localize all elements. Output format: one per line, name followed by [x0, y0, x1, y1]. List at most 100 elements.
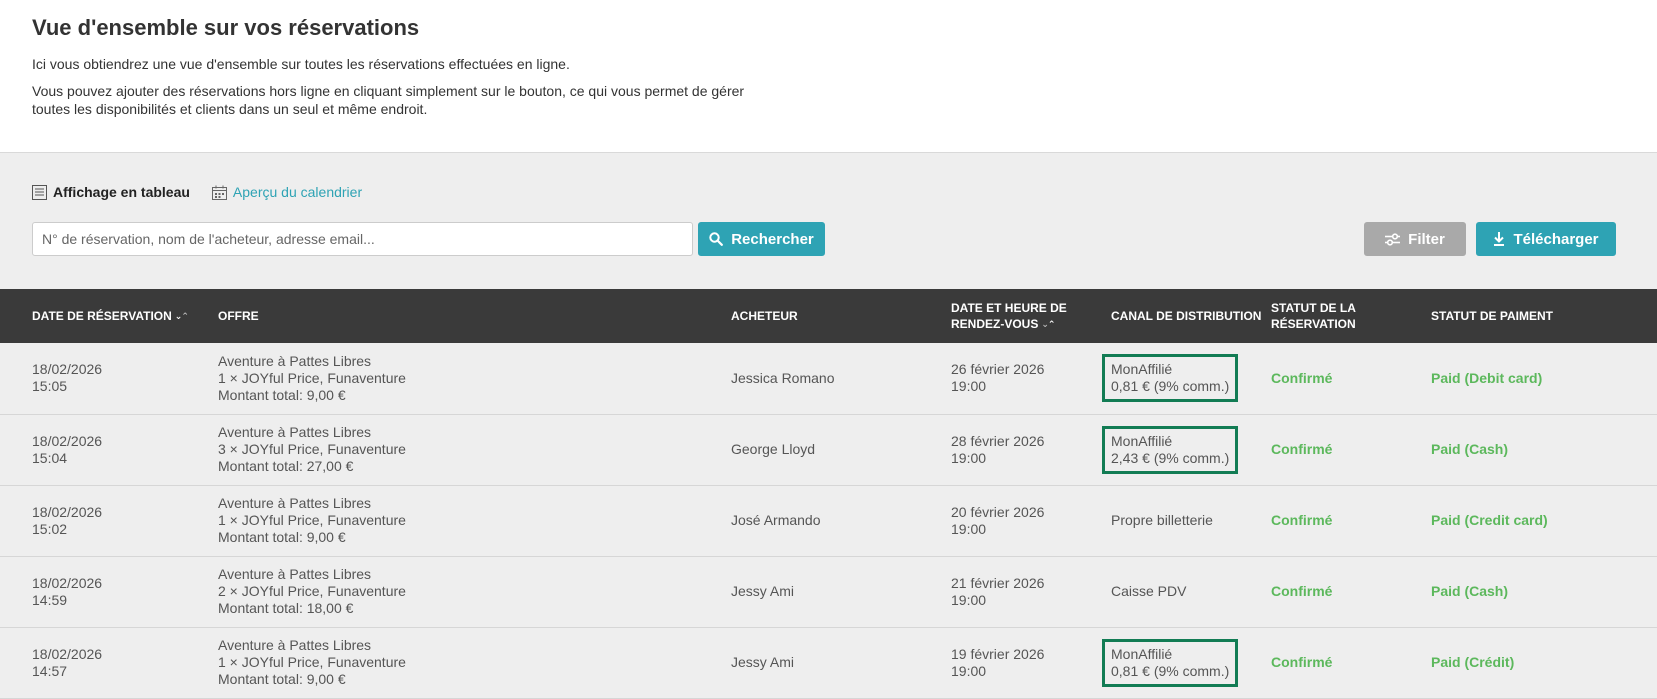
reservation-date: 18/02/2026 — [32, 645, 103, 662]
sort-icon[interactable]: ⌄⌃ — [175, 308, 189, 324]
cell-reservation-date: 18/02/2026 14:59 — [0, 556, 218, 627]
appointment-date: 21 février 2026 — [951, 574, 1045, 591]
reservation-status: Confirmé — [1271, 654, 1333, 670]
cell-offer: Aventure à Pattes Libres 2 × JOYful Price… — [218, 556, 731, 627]
cell-payment-status: Paid (Crédit) — [1431, 627, 1657, 698]
reservation-time: 15:02 — [32, 520, 68, 537]
buyer-name: José Armando — [731, 512, 821, 528]
cell-appointment: 26 février 2026 19:00 — [951, 343, 1111, 414]
view-toggle: Affichage en tableau Aperçu du calendrie… — [32, 184, 384, 200]
channel-name: MonAffilié — [1111, 361, 1173, 378]
payment-status: Paid (Crédit) — [1431, 654, 1515, 670]
col-header-payment-status: Statut de paiment — [1431, 309, 1553, 323]
download-button[interactable]: Télécharger — [1476, 222, 1616, 256]
cell-reservation-date: 18/02/2026 15:02 — [0, 485, 218, 556]
reservations-table: Date de réservation ⌄⌃ Offre Acheteur Dat… — [0, 289, 1657, 699]
cell-appointment: 21 février 2026 19:00 — [951, 556, 1111, 627]
offer-total: Montant total: 9,00 € — [218, 386, 346, 403]
cell-offer: Aventure à Pattes Libres 3 × JOYful Price… — [218, 414, 731, 485]
cell-channel: MonAffilié 0,81 € (9% comm.) — [1102, 627, 1271, 698]
reservation-status: Confirmé — [1271, 441, 1333, 457]
offer-detail: 1 × JOYful Price, Funaventure — [218, 654, 406, 670]
reservation-time: 15:04 — [32, 449, 68, 466]
cell-reservation-date: 18/02/2026 15:04 — [0, 414, 218, 485]
channel-highlight-box: MonAffilié 0,81 € (9% comm.) — [1102, 354, 1239, 403]
cell-reservation-status: Confirmé — [1271, 485, 1431, 556]
table-row[interactable]: 18/02/2026 14:57 Aventure à Pattes Libres 1… — [0, 627, 1657, 698]
payment-status: Paid (Cash) — [1431, 441, 1509, 457]
reservation-date: 18/02/2026 — [32, 503, 103, 520]
col-header-date[interactable]: Date de réservation ⌄⌃ — [0, 289, 218, 343]
col-header-reservation-status: Statut de la réservation — [1271, 301, 1356, 331]
offer-total: Montant total: 9,00 € — [218, 529, 346, 545]
cell-reservation-date: 18/02/2026 15:05 — [0, 343, 218, 414]
cell-channel: MonAffilié 0,81 € (9% comm.) — [1102, 343, 1271, 414]
view-table-label: Affichage en tableau — [53, 184, 190, 200]
col-header-channel: Canal de distribution — [1111, 309, 1262, 323]
appointment-time: 19:00 — [951, 449, 987, 466]
search-icon — [709, 232, 724, 246]
offer-detail: 1 × JOYful Price, Funaventure — [218, 369, 406, 386]
channel-commission: 0,81 € (9% comm.) — [1111, 662, 1230, 679]
offer-detail: 3 × JOYful Price, Funaventure — [218, 441, 406, 457]
channel-name: Caisse PDV — [1111, 583, 1187, 599]
download-button-label: Télécharger — [1513, 230, 1599, 248]
col-header-buyer: Acheteur — [731, 309, 798, 323]
cell-buyer: Jessy Ami — [731, 556, 951, 627]
cell-offer: Aventure à Pattes Libres 1 × JOYful Price… — [218, 343, 731, 414]
reservation-time: 15:05 — [32, 378, 68, 395]
reservation-date: 18/02/2026 — [32, 361, 103, 378]
reservation-status: Confirmé — [1271, 369, 1333, 386]
cell-buyer: Jessy Ami — [731, 627, 951, 698]
cell-reservation-status: Confirmé — [1271, 414, 1431, 485]
view-calendar-option[interactable]: Aperçu du calendrier — [211, 184, 362, 200]
filter-button-label: Filter — [1408, 230, 1445, 248]
appointment-date: 26 février 2026 — [951, 361, 1045, 378]
offer-name: Aventure à Pattes Libres — [218, 424, 372, 440]
cell-payment-status: Paid (Cash) — [1431, 414, 1657, 485]
filter-button[interactable]: Filter — [1364, 222, 1466, 256]
table-row[interactable]: 18/02/2026 15:04 Aventure à Pattes Libres 3… — [0, 414, 1657, 485]
offer-name: Aventure à Pattes Libres — [218, 637, 372, 653]
cell-appointment: 19 février 2026 19:00 — [951, 627, 1111, 698]
cell-channel: MonAffilié 2,43 € (9% comm.) — [1102, 414, 1271, 485]
offer-total: Montant total: 18,00 € — [218, 600, 354, 616]
col-header-appointment[interactable]: Date et heure de rendez-vous ⌄⌃ — [951, 289, 1111, 343]
cell-reservation-status: Confirmé — [1271, 343, 1431, 414]
table-row[interactable]: 18/02/2026 15:05 Aventure à Pattes Libres 1… — [0, 343, 1657, 414]
channel-commission: 2,43 € (9% comm.) — [1111, 449, 1230, 466]
offer-total: Montant total: 27,00 € — [218, 458, 354, 474]
reservation-time: 14:59 — [32, 591, 68, 608]
reservation-time: 14:57 — [32, 662, 68, 679]
intro-text: Ici vous obtiendrez une vue d'ensemble s… — [32, 56, 570, 72]
appointment-date: 19 février 2026 — [951, 645, 1045, 662]
sliders-icon — [1385, 232, 1401, 246]
table-header-row: Date de réservation ⌄⌃ Offre Acheteur Dat… — [0, 289, 1657, 343]
cell-channel: Propre billetterie — [1111, 485, 1271, 556]
cell-buyer: José Armando — [731, 485, 951, 556]
view-table-option[interactable]: Affichage en tableau — [32, 184, 190, 200]
channel-highlight-box: MonAffilié 2,43 € (9% comm.) — [1102, 425, 1239, 474]
channel-highlight-box: MonAffilié 0,81 € (9% comm.) — [1102, 638, 1239, 687]
reservations-table-wrapper: Date de réservation ⌄⌃ Offre Acheteur Dat… — [0, 289, 1657, 699]
table-list-icon — [32, 184, 47, 200]
payment-status: Paid (Credit card) — [1431, 512, 1548, 528]
search-button[interactable]: Rechercher — [698, 222, 825, 256]
table-row[interactable]: 18/02/2026 15:02 Aventure à Pattes Libres 1… — [0, 485, 1657, 556]
offer-name: Aventure à Pattes Libres — [218, 566, 372, 582]
appointment-time: 19:00 — [951, 662, 987, 679]
payment-status: Paid (Debit card) — [1431, 369, 1543, 386]
sort-icon[interactable]: ⌄⌃ — [1041, 316, 1055, 332]
cell-reservation-status: Confirmé — [1271, 627, 1431, 698]
offer-name: Aventure à Pattes Libres — [218, 495, 372, 511]
search-input[interactable] — [32, 222, 693, 256]
cell-payment-status: Paid (Cash) — [1431, 556, 1657, 627]
toolbar: Affichage en tableau Aperçu du calendrie… — [0, 153, 1657, 289]
cell-offer: Aventure à Pattes Libres 1 × JOYful Price… — [218, 485, 731, 556]
cell-channel: Caisse PDV — [1111, 556, 1271, 627]
table-row[interactable]: 18/02/2026 14:59 Aventure à Pattes Libres 2… — [0, 556, 1657, 627]
channel-name: Propre billetterie — [1111, 512, 1213, 528]
cell-payment-status: Paid (Credit card) — [1431, 485, 1657, 556]
reservation-status: Confirmé — [1271, 512, 1333, 528]
channel-commission: 0,81 € (9% comm.) — [1111, 378, 1230, 395]
